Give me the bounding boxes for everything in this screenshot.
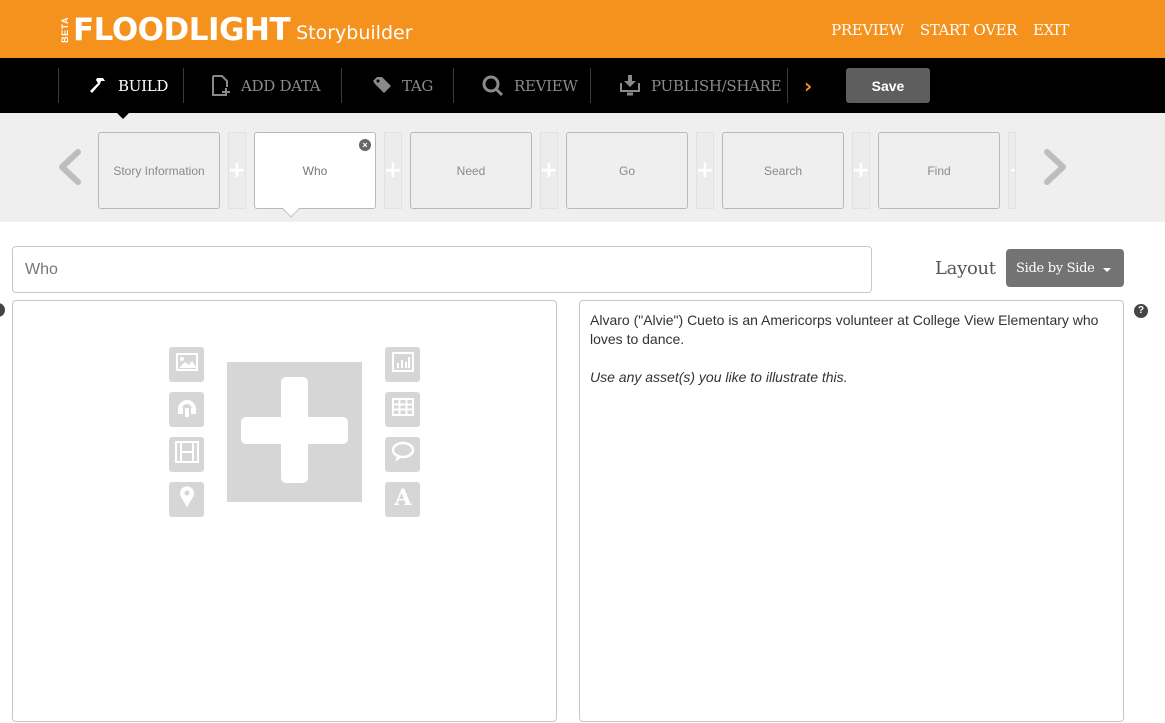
svg-text:A: A <box>393 486 412 508</box>
plus-icon: + <box>539 158 559 183</box>
story-text: Alvaro ("Alvie") Cueto is an Americorps … <box>590 312 1099 347</box>
plus-icon: + <box>383 158 403 183</box>
layout-label: Layout <box>935 258 996 279</box>
remove-section-icon[interactable]: × <box>359 139 371 151</box>
product-name: Storybuilder <box>296 22 413 44</box>
search-icon <box>482 75 504 97</box>
section-card-label: Story Information <box>113 163 205 178</box>
nav-divider <box>183 68 184 103</box>
active-step-indicator <box>116 112 130 119</box>
add-asset-button[interactable] <box>227 362 362 502</box>
nav-add-data-label: ADD DATA <box>241 77 321 95</box>
chart-icon <box>391 352 414 377</box>
next-step-arrow[interactable]: › <box>804 74 812 98</box>
section-card-label: Go <box>618 163 635 178</box>
add-section-connector[interactable]: + <box>228 132 246 209</box>
add-section-connector[interactable]: + <box>384 132 402 209</box>
hammer-icon <box>88 76 108 96</box>
beta-label: BETA <box>60 17 70 43</box>
help-icon[interactable] <box>0 303 5 317</box>
layout-select[interactable]: Side by Side <box>1006 249 1124 287</box>
scroll-left-arrow[interactable] <box>56 149 82 190</box>
image-icon <box>175 353 198 376</box>
nav-divider <box>787 68 788 103</box>
add-section-connector[interactable]: + <box>696 132 714 209</box>
floodlight-logo[interactable]: BETA FLOODLIGHT Storybuilder <box>60 10 413 50</box>
nav-divider <box>341 68 342 103</box>
download-monitor-icon <box>619 75 641 97</box>
chevron-down-icon <box>1102 267 1111 272</box>
preview-link[interactable]: PREVIEW <box>831 21 904 39</box>
nav-tag[interactable]: TAG <box>372 58 433 114</box>
audio-icon <box>176 396 198 423</box>
add-image-button[interactable] <box>169 347 204 382</box>
text-editor[interactable]: Alvaro ("Alvie") Cueto is an Americorps … <box>579 300 1124 722</box>
help-icon[interactable]: ? <box>1134 304 1148 318</box>
table-icon <box>391 398 414 421</box>
add-table-button[interactable] <box>385 392 420 427</box>
nav-build-label: BUILD <box>118 77 169 95</box>
add-text-button[interactable]: A <box>385 482 420 517</box>
section-title-input[interactable] <box>12 246 872 293</box>
scroll-right-arrow[interactable] <box>1043 149 1069 190</box>
text-icon: A <box>393 485 413 513</box>
quote-icon <box>391 441 415 468</box>
section-card-who[interactable]: × Who <box>254 132 376 218</box>
nav-review-label: REVIEW <box>514 77 578 95</box>
video-icon <box>174 441 199 468</box>
header-links: PREVIEW START OVER EXIT <box>831 21 1069 39</box>
plus-icon: + <box>1009 158 1015 183</box>
section-card-search[interactable]: Search <box>722 132 844 209</box>
add-video-button[interactable] <box>169 437 204 472</box>
section-strip: Story Information + × Who + Need + Go + … <box>0 113 1165 222</box>
map-pin-icon <box>179 486 195 513</box>
add-section-connector[interactable]: + <box>540 132 558 209</box>
start-over-link[interactable]: START OVER <box>920 21 1018 39</box>
tag-icon <box>372 77 392 95</box>
add-quote-button[interactable] <box>385 437 420 472</box>
section-card-need[interactable]: Need <box>410 132 532 209</box>
add-audio-button[interactable] <box>169 392 204 427</box>
section-card-label: Need <box>456 163 486 178</box>
nav-build[interactable]: BUILD <box>88 58 168 114</box>
section-card-label: Search <box>763 163 803 178</box>
plus-icon: + <box>695 158 715 183</box>
story-hint: Use any asset(s) you like to illustrate … <box>590 369 848 385</box>
section-card-find[interactable]: Find <box>878 132 1000 209</box>
layout-selected-value: Side by Side <box>1016 260 1095 276</box>
workflow-nav: BUILD ADD DATA TAG REVIEW PUBLISH/SHARE … <box>0 57 1165 113</box>
top-header: BETA FLOODLIGHT Storybuilder PREVIEW STA… <box>0 0 1165 57</box>
save-button[interactable]: Save <box>846 68 930 103</box>
add-map-button[interactable] <box>169 482 204 517</box>
add-document-icon <box>211 75 231 97</box>
nav-review[interactable]: REVIEW <box>482 58 578 114</box>
brand-name: FLOODLIGHT <box>73 12 291 48</box>
section-card-story-information[interactable]: Story Information <box>98 132 220 209</box>
section-card-label: Find <box>927 163 951 178</box>
exit-link[interactable]: EXIT <box>1033 21 1069 39</box>
nav-publish-share[interactable]: PUBLISH/SHARE <box>619 58 782 114</box>
section-card-label: Who <box>302 163 328 178</box>
nav-divider <box>453 68 454 103</box>
nav-divider <box>58 68 59 103</box>
nav-add-data[interactable]: ADD DATA <box>211 58 321 114</box>
nav-publish-label: PUBLISH/SHARE <box>651 77 782 95</box>
section-card-go[interactable]: Go <box>566 132 688 209</box>
nav-divider <box>590 68 591 103</box>
add-section-connector[interactable]: + <box>852 132 870 209</box>
plus-icon: + <box>851 158 871 183</box>
add-chart-button[interactable] <box>385 347 420 382</box>
nav-tag-label: TAG <box>402 77 434 95</box>
plus-icon: + <box>227 158 247 183</box>
add-section-connector[interactable]: + <box>1008 132 1016 209</box>
